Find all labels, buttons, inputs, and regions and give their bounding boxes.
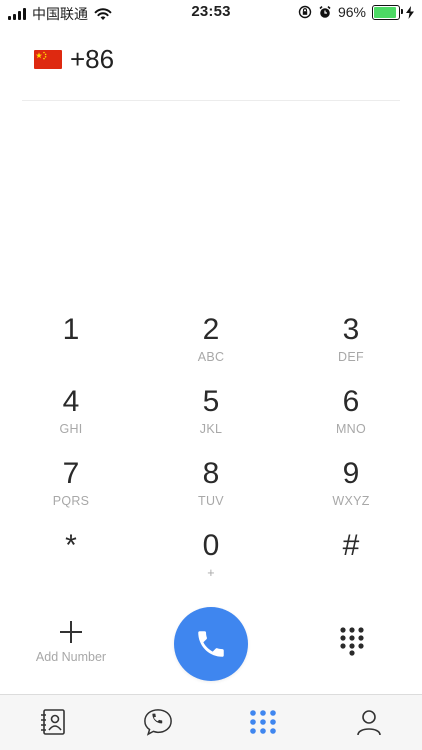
china-flag-icon [34, 50, 62, 69]
status-right: 96% [298, 4, 414, 20]
input-divider [22, 100, 400, 101]
key-letters: PQRS [52, 494, 90, 508]
key-digit: 9 [342, 457, 360, 490]
keypad-icon [250, 710, 276, 734]
key-digit: 8 [202, 457, 220, 490]
profile-icon [357, 710, 381, 736]
alarm-icon [319, 6, 331, 18]
key-3[interactable]: 3 DEF [301, 312, 401, 376]
add-number-button[interactable]: Add Number [21, 620, 121, 666]
charging-bolt-icon [406, 5, 414, 19]
tab-contacts[interactable] [38, 707, 68, 737]
battery-percent: 96% [337, 4, 366, 20]
key-star[interactable]: * [21, 528, 121, 592]
country-code: +86 [70, 44, 115, 74]
tab-bar [0, 694, 422, 750]
phone-icon [198, 631, 224, 657]
key-letters: MNO [335, 422, 367, 436]
add-number-label: Add Number [35, 650, 107, 664]
key-1[interactable]: 1 [21, 312, 121, 376]
tab-profile[interactable] [354, 707, 384, 737]
key-digit: 2 [202, 313, 220, 346]
contacts-icon [41, 709, 65, 735]
key-digit: 1 [62, 313, 80, 346]
key-0[interactable]: 0 + [161, 528, 261, 592]
key-digit: 6 [342, 385, 360, 418]
key-letters: GHI [59, 422, 83, 436]
key-4[interactable]: 4 GHI [21, 384, 121, 448]
phone-bubble-icon [144, 709, 172, 736]
key-hash[interactable]: # [301, 528, 401, 592]
key-6[interactable]: 6 MNO [301, 384, 401, 448]
country-code-selector[interactable]: +86 [34, 44, 114, 75]
key-8[interactable]: 8 TUV [161, 456, 261, 520]
keypad-dots-icon[interactable] [338, 626, 366, 656]
key-digit: 3 [342, 313, 360, 346]
plus-icon [60, 621, 82, 643]
key-digit: 5 [202, 385, 220, 418]
key-9[interactable]: 9 WXYZ [301, 456, 401, 520]
tab-calls[interactable] [143, 707, 173, 737]
rotation-lock-icon [298, 5, 312, 19]
key-digit: 7 [62, 457, 80, 490]
key-2[interactable]: 2 ABC [161, 312, 261, 376]
key-letters: DEF [338, 350, 364, 364]
key-letters: WXYZ [332, 494, 370, 508]
battery-icon [372, 4, 403, 20]
tab-keypad[interactable] [248, 707, 278, 737]
key-5[interactable]: 5 JKL [161, 384, 261, 448]
key-letters: ABC [197, 350, 225, 364]
key-letters: + [207, 566, 215, 580]
key-letters: TUV [198, 494, 224, 508]
key-digit: * [65, 529, 77, 562]
key-7[interactable]: 7 PQRS [21, 456, 121, 520]
key-letters: JKL [199, 422, 223, 436]
key-digit: # [342, 529, 360, 562]
status-bar: 中国联通 23:53 96% [0, 0, 422, 24]
key-digit: 4 [62, 385, 80, 418]
key-digit: 0 [202, 529, 220, 562]
call-button[interactable] [174, 607, 248, 681]
